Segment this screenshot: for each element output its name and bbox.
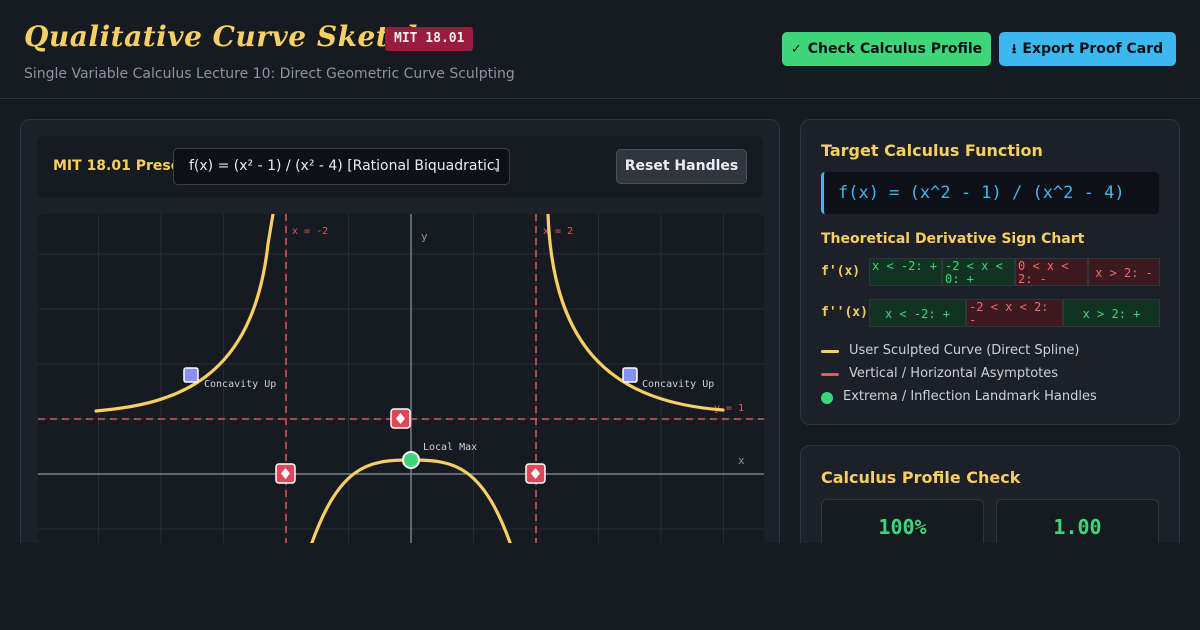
- local-max-handle[interactable]: [402, 451, 420, 469]
- concavity-handle-right[interactable]: [622, 367, 638, 383]
- legend-item-asymptotes: Vertical / Horizontal Asymptotes: [821, 366, 1058, 381]
- profile-check-heading: Calculus Profile Check: [821, 468, 1021, 487]
- chevron-down-icon: ⌄: [490, 159, 501, 173]
- legend-swatch: [821, 373, 839, 376]
- course-badge: MIT 18.01: [385, 27, 474, 51]
- concavity-label-right: Concavity Up: [642, 379, 714, 390]
- concavity-label-left: Concavity Up: [204, 379, 276, 390]
- sign-cell: x < -2: +: [869, 299, 966, 327]
- app-subtitle: Single Variable Calculus Lecture 10: Dir…: [24, 66, 515, 82]
- asymptote-handle[interactable]: [390, 408, 411, 429]
- sign-chart-heading: Theoretical Derivative Sign Chart: [821, 231, 1085, 247]
- first-derivative-row: f'(x) x < -2: + -2 < x < 0: + 0 < x < 2:…: [821, 258, 1161, 286]
- app-header: Qualitative Curve Sketcher MIT 18.01 Sin…: [0, 0, 1200, 99]
- sign-cell: 0 < x < 2: -: [1015, 258, 1088, 286]
- second-derivative-row: f''(x) x < -2: + -2 < x < 2: - x > 2: +: [821, 299, 1161, 327]
- export-proof-button[interactable]: ⭳ Export Proof Card: [999, 32, 1176, 66]
- sign-cell: -2 < x < 2: -: [966, 299, 1063, 327]
- legend-label: Extrema / Inflection Landmark Handles: [843, 389, 1097, 404]
- sign-cell: -2 < x < 0: +: [942, 258, 1015, 286]
- target-function-panel: Target Calculus Function f(x) = (x^2 - 1…: [800, 119, 1180, 425]
- sign-cell: x < -2: +: [869, 258, 942, 286]
- second-derivative-label: f''(x): [821, 305, 868, 320]
- preset-select[interactable]: f(x) = (x² - 1) / (x² - 4) [Rational Biq…: [173, 148, 510, 185]
- legend-item-curve: User Sculpted Curve (Direct Spline): [821, 343, 1079, 358]
- preset-label: MIT 18.01 Preset:: [53, 158, 193, 174]
- legend-item-landmarks: Extrema / Inflection Landmark Handles: [821, 389, 1097, 404]
- asymptote-left-label: x = -2: [292, 226, 328, 237]
- reset-handles-button[interactable]: Reset Handles: [616, 149, 747, 184]
- asymptote-handle[interactable]: [275, 463, 296, 484]
- x-axis-label: x: [738, 454, 745, 467]
- y-axis-label: y: [421, 230, 428, 243]
- target-function-formula: f(x) = (x^2 - 1) / (x^2 - 4): [821, 172, 1159, 214]
- download-icon: ⭳: [1011, 42, 1017, 57]
- sketch-panel: MIT 18.01 Preset: f(x) = (x² - 1) / (x² …: [20, 119, 780, 599]
- preset-toolbar: MIT 18.01 Preset: f(x) = (x² - 1) / (x² …: [37, 136, 763, 198]
- sketch-canvas[interactable]: x y x = -2 x = 2 y = 1 Local Max Concavi…: [38, 214, 764, 544]
- local-max-label: Local Max: [423, 442, 477, 453]
- sign-cell: x > 2: +: [1063, 299, 1160, 327]
- page-footer-background: [0, 543, 1200, 630]
- legend-swatch: [821, 350, 839, 353]
- target-function-heading: Target Calculus Function: [821, 141, 1043, 160]
- preset-select-value: f(x) = (x² - 1) / (x² - 4) [Rational Biq…: [189, 158, 500, 174]
- asymptote-handle[interactable]: [525, 463, 546, 484]
- sketch-svg[interactable]: x y x = -2 x = 2 y = 1 Local Max Concavi…: [38, 214, 764, 544]
- check-profile-button[interactable]: ✓ Check Calculus Profile: [782, 32, 991, 66]
- check-profile-label: Check Calculus Profile: [807, 41, 983, 57]
- legend-label: Vertical / Horizontal Asymptotes: [849, 366, 1059, 381]
- check-icon: ✓: [790, 42, 802, 57]
- legend-swatch: [821, 392, 833, 404]
- legend-label: User Sculpted Curve (Direct Spline): [849, 343, 1080, 358]
- export-proof-label: Export Proof Card: [1022, 41, 1164, 57]
- sign-cell: x > 2: -: [1088, 258, 1160, 286]
- concavity-handle-left[interactable]: [183, 367, 199, 383]
- first-derivative-label: f'(x): [821, 264, 861, 279]
